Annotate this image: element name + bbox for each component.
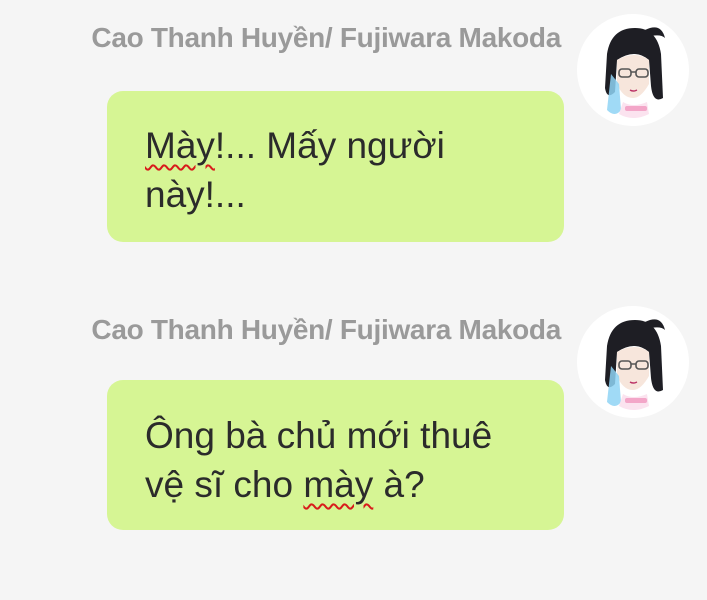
spellcheck-flagged-word[interactable]: Mày: [145, 125, 215, 166]
message-line: vệ sĩ cho mày à?: [145, 464, 425, 505]
sender-name: Cao Thanh Huyền/ Fujiwara Makoda: [91, 22, 561, 53]
avatar[interactable]: [577, 14, 689, 126]
message-text: Mày!... Mấy người này!...: [145, 121, 534, 219]
chat-message: Cao Thanh Huyền/ Fujiwara Makoda Mày!...…: [0, 0, 707, 280]
message-bubble[interactable]: Ông bà chủ mới thuê vệ sĩ cho mày à?: [107, 380, 564, 530]
spellcheck-flagged-word[interactable]: mày: [303, 464, 373, 505]
message-text: Ông bà chủ mới thuê vệ sĩ cho mày à?: [145, 411, 534, 509]
message-line: này!...: [145, 174, 246, 215]
avatar-anime-girl-glasses-icon: [577, 14, 689, 126]
chat-message: Cao Thanh Huyền/ Fujiwara Makoda Ông bà …: [0, 292, 707, 572]
sender-name: Cao Thanh Huyền/ Fujiwara Makoda: [91, 314, 561, 345]
message-line: Ông bà chủ mới thuê: [145, 415, 493, 456]
avatar-anime-girl-glasses-icon: [577, 306, 689, 418]
message-line: Mày!... Mấy người: [145, 125, 445, 166]
message-bubble[interactable]: Mày!... Mấy người này!...: [107, 91, 564, 242]
avatar[interactable]: [577, 306, 689, 418]
